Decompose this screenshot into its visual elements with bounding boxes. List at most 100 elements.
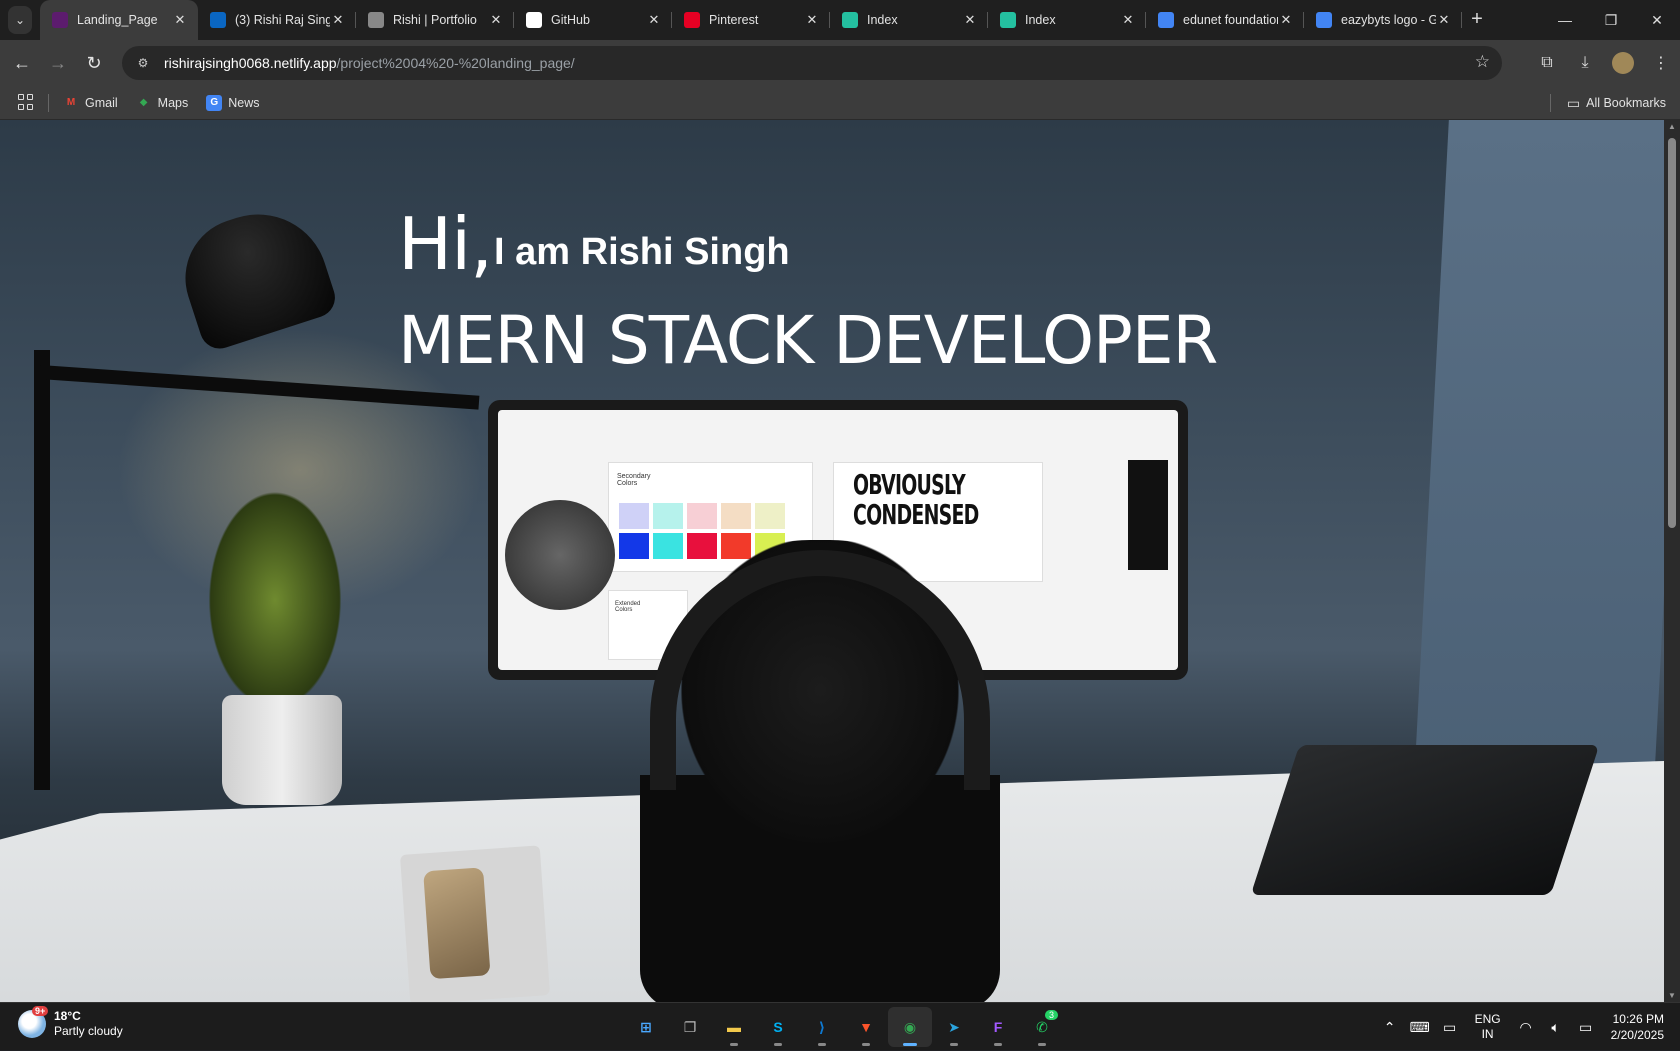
chrome-icon: ◉ [903,1018,917,1035]
bookmark-maps[interactable]: ◆ Maps [136,95,189,111]
tab-title: edunet foundation [1183,13,1278,27]
browser-tab[interactable]: eazybyts logo - Google✕ [1304,0,1462,40]
screen-extended-label: Extended Colors [615,601,641,613]
hero-role-title: MERN STACK DEVELOPER [398,302,1218,379]
browser-toolbar: ← → ↻ ⚙ rishirajsingh0068.netlify.app/pr… [0,40,1680,86]
taskbar-app[interactable]: ❐ [668,1007,712,1047]
clock-date: 2/20/2025 [1610,1028,1664,1042]
page-scrollbar[interactable]: ▲ ▼ [1664,120,1680,1002]
running-indicator [774,1043,782,1046]
pinterest-icon [684,12,700,28]
index-favicon [842,12,858,28]
taskbar-app[interactable]: ▬ [712,1007,756,1047]
browser-tab[interactable]: edunet foundation ✕ [1146,0,1304,40]
scroll-down-icon[interactable]: ▼ [1667,991,1677,1000]
greeting-hi: Hi, [398,202,493,286]
close-tab-icon[interactable]: ✕ [1120,12,1136,28]
bookmark-label: Maps [157,95,189,110]
close-tab-icon[interactable]: ✕ [1436,12,1452,28]
close-tab-icon[interactable]: ✕ [804,12,820,28]
download-icon[interactable]: ⤓ [1566,54,1604,72]
minimize-icon[interactable]: — [1542,0,1588,40]
clock[interactable]: 10:26 PM 2/20/2025 [1611,1011,1664,1043]
language-indicator[interactable]: ENG IN [1475,1012,1501,1042]
scroll-up-icon[interactable]: ▲ [1667,122,1677,131]
bookmark-gmail[interactable]: M Gmail [63,95,118,111]
browser-tab[interactable]: Index ✕ [830,0,988,40]
running-indicator [730,1043,738,1046]
taskbar-app[interactable]: ✆ 3 [1020,1007,1064,1047]
menu-icon[interactable]: ⋮ [1642,53,1680,73]
bookmarks-bar: M Gmail ◆ Maps G News ▭ All Bookmarks [0,86,1680,120]
close-window-icon[interactable]: ✕ [1634,0,1680,40]
running-indicator [818,1043,826,1046]
running-indicator [950,1043,958,1046]
phone-on-notebook [399,845,551,1002]
address-bar[interactable]: ⚙ rishirajsingh0068.netlify.app/project%… [122,46,1502,80]
github-icon [526,12,542,28]
task-view-icon: ❐ [683,1018,697,1035]
taskbar-app[interactable]: F [976,1007,1020,1047]
taskbar-app[interactable]: ⟩ [800,1007,844,1047]
close-tab-icon[interactable]: ✕ [1278,12,1294,28]
all-bookmarks-label: All Bookmarks [1586,96,1666,110]
browser-tab[interactable]: Pinterest ✕ [672,0,830,40]
close-tab-icon[interactable]: ✕ [488,12,504,28]
screen-headline: OBVIOUSLY CONDENSED [853,470,979,530]
profile-avatar[interactable] [1612,52,1634,74]
browser-tab[interactable]: Index ✕ [988,0,1146,40]
tab-title: Landing_Page [77,13,158,27]
background-wall [1411,120,1664,840]
index-favicon [1000,12,1016,28]
taskbar-app[interactable]: ⊞ [624,1007,668,1047]
close-tab-icon[interactable]: ✕ [962,12,978,28]
landing-page-hero: Secondary Colors OBVIOUSLY CONDENSED Exte… [0,120,1664,1002]
tab-search-button[interactable]: ⌄ [8,6,32,34]
wifi-icon[interactable]: ◠ [1511,1019,1541,1036]
weather-widget[interactable]: 9+ 18°C Partly cloudy [18,1006,123,1039]
bookmark-news[interactable]: G News [206,94,260,111]
url-text[interactable]: rishirajsingh0068.netlify.app/project%20… [164,55,575,71]
close-tab-icon[interactable]: ✕ [646,12,662,28]
language-line1: ENG [1474,1012,1501,1026]
weather-condition: Partly cloudy [54,1024,123,1038]
gmail-icon: M [66,97,76,108]
browser-tab[interactable]: Rishi | Portfolio ✕ [356,0,514,40]
extensions-icon[interactable]: ⧉ [1528,54,1566,72]
url-host: rishirajsingh0068.netlify.app [164,55,337,71]
display-icon[interactable]: ▭ [1435,1019,1465,1036]
battery-icon[interactable]: ▭ [1571,1019,1601,1036]
google-icon [1316,12,1332,28]
forward-icon[interactable]: → [46,51,70,75]
taskbar-app[interactable]: S [756,1007,800,1047]
all-bookmarks-button[interactable]: ▭ All Bookmarks [1549,86,1666,120]
screen-dark-panel [1128,460,1168,570]
new-tab-button[interactable]: + [1465,8,1489,32]
taskbar-app[interactable]: ◉ [888,1007,932,1047]
browser-tab[interactable]: Landing_Page ✕ [40,0,198,40]
close-tab-icon[interactable]: ✕ [330,12,346,28]
microphone [505,500,615,610]
scrollbar-thumb[interactable] [1668,138,1676,528]
browser-tab[interactable]: GitHub ✕ [514,0,672,40]
keyboard-icon[interactable]: ⌨ [1405,1019,1435,1036]
snake-plant [160,420,390,720]
bookmark-star-icon[interactable]: ☆ [1475,52,1490,72]
telegram-icon: ➤ [948,1018,960,1035]
taskbar-app[interactable]: ➤ [932,1007,976,1047]
apps-grid-icon[interactable] [18,93,36,112]
clock-time: 10:26 PM [1612,1012,1664,1026]
lamp-pole [34,350,50,790]
site-info-icon[interactable]: ⚙ [134,54,152,72]
taskbar-apps: ⊞ ❐ ▬ S ⟩ ▼ ◉ ➤ F ✆ 3 [624,1007,1064,1047]
close-tab-icon[interactable]: ✕ [172,12,188,28]
back-icon[interactable]: ← [10,51,34,75]
volume-icon[interactable]: 🔈︎ [1541,1019,1571,1036]
tab-separator [1461,12,1462,28]
restore-icon[interactable]: ❐ [1588,0,1634,40]
chevron-up-icon[interactable]: ⌃ [1375,1019,1405,1036]
reload-icon[interactable]: ↻ [82,51,106,75]
taskbar-app[interactable]: ▼ [844,1007,888,1047]
browser-tab[interactable]: (3) Rishi Raj Singh ✕ [198,0,356,40]
tab-title: eazybyts logo - Google [1341,13,1436,27]
